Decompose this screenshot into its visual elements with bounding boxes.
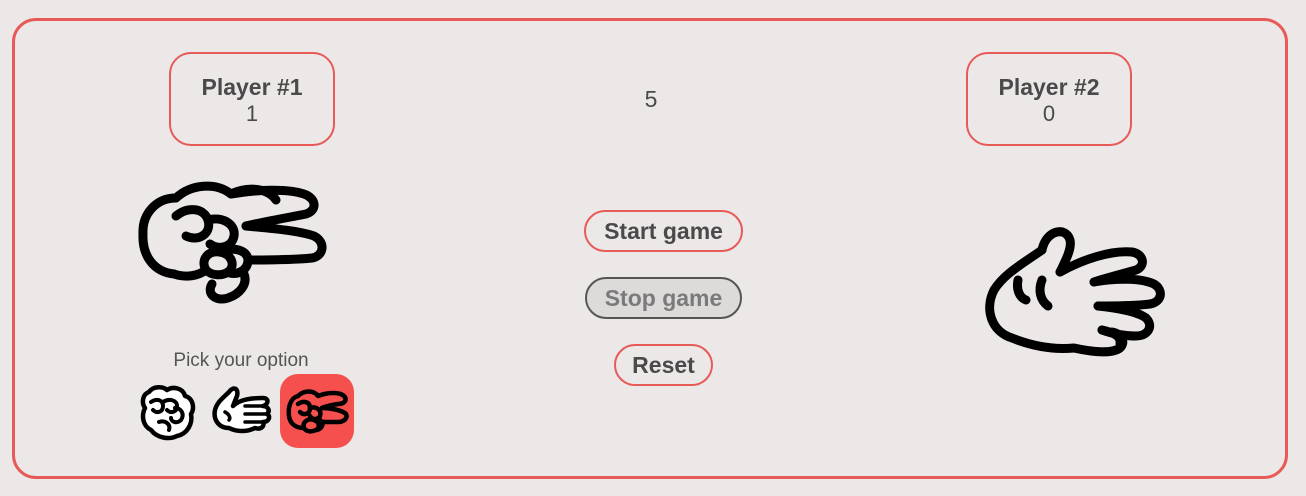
player2-name: Player #2	[998, 74, 1100, 100]
option-rock-button[interactable]	[131, 374, 205, 448]
player1-score: 1	[245, 101, 259, 126]
rock-icon	[140, 385, 196, 441]
reset-button[interactable]: Reset	[614, 344, 713, 386]
pick-option-label: Pick your option	[173, 350, 309, 371]
player2-scorebox: Player #2 0	[966, 52, 1132, 146]
player2-score: 0	[1042, 101, 1056, 126]
player1-scorebox: Player #1 1	[169, 52, 335, 146]
player2-hand	[982, 220, 1172, 366]
start-game-button[interactable]: Start game	[584, 210, 743, 252]
paper-icon	[212, 386, 272, 434]
round-counter: 5	[644, 86, 658, 112]
player1-name: Player #1	[201, 74, 303, 100]
scissors-icon	[138, 181, 327, 304]
option-paper-button[interactable]	[205, 374, 279, 448]
scissors-icon	[286, 389, 349, 434]
option-scissors-button[interactable]	[280, 374, 354, 448]
stop-game-button[interactable]: Stop game	[585, 277, 742, 319]
player1-hand	[136, 176, 332, 310]
paper-icon	[985, 227, 1165, 357]
